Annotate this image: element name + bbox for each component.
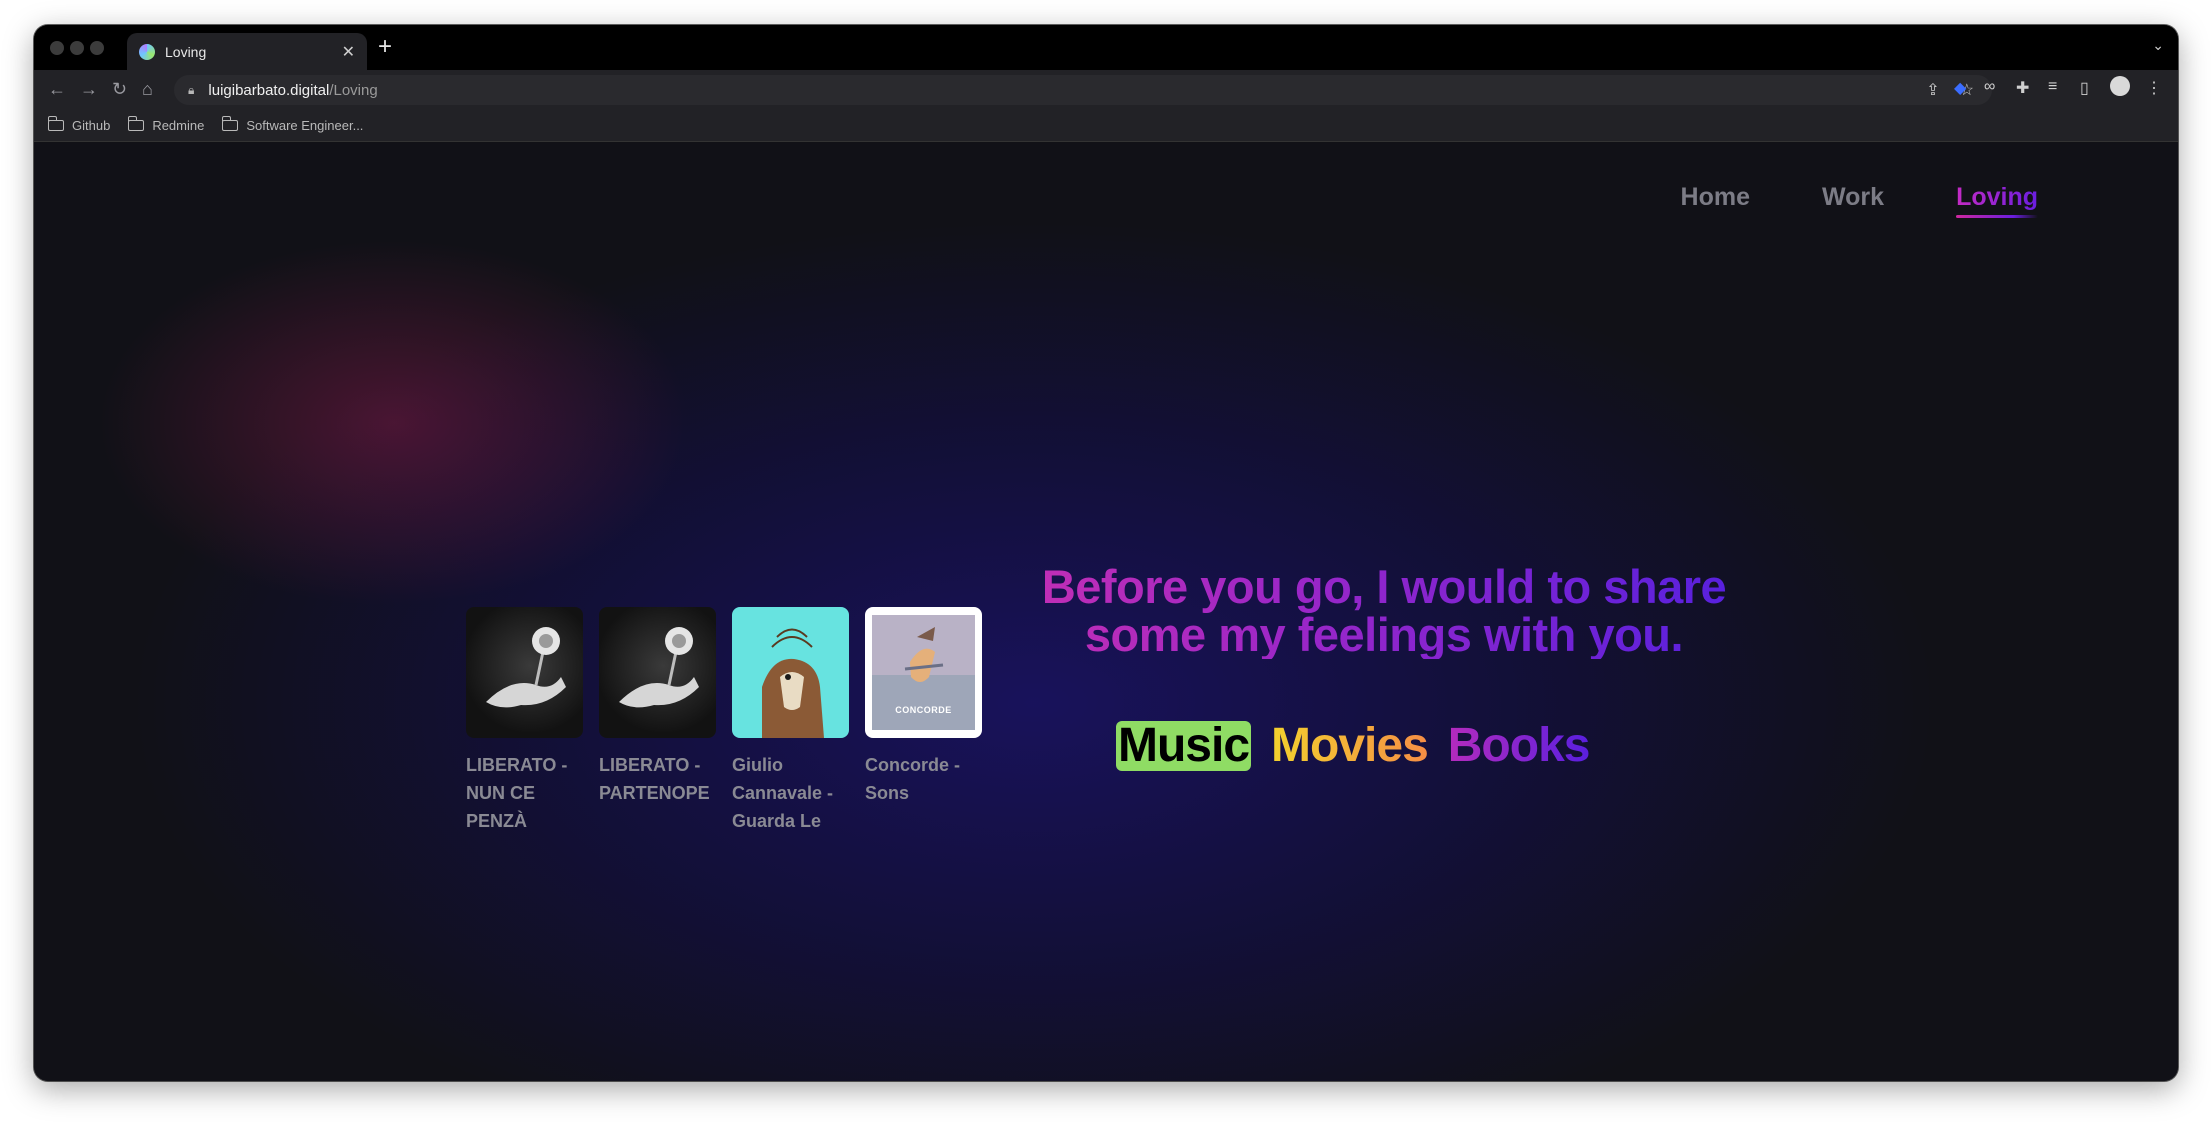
url-path: /Loving — [329, 81, 378, 99]
extensions-puzzle-icon[interactable]: ✚ — [2016, 78, 2029, 98]
nav-loving-label: Loving — [1956, 183, 2038, 211]
album-cover-text: CONCORDE — [895, 705, 952, 715]
maximize-window-button[interactable] — [90, 41, 104, 55]
lock-icon: 🔒︎ — [188, 82, 195, 97]
home-icon[interactable]: ⌂ — [142, 78, 153, 100]
forward-icon[interactable]: → — [80, 78, 98, 100]
album-card[interactable]: CONCORDE Concorde - Sons — [865, 607, 982, 835]
share-icon[interactable]: ⇪ — [1926, 80, 1939, 100]
reload-icon[interactable]: ↻ — [112, 78, 127, 100]
nav-loving-link[interactable]: Loving — [1956, 183, 2038, 218]
album-cover-dog — [732, 607, 849, 738]
side-panel-icon[interactable]: ▯ — [2080, 78, 2089, 98]
album-cover-rose — [599, 607, 716, 738]
reading-list-icon[interactable]: ≡ — [2048, 78, 2057, 96]
browser-window: Loving ✕ + ⌄ ← → ↻ ⌂ 🔒︎ luigibarbato.dig… — [34, 25, 2178, 1081]
profile-avatar[interactable] — [2110, 76, 2130, 96]
nav-home-link[interactable]: Home — [1681, 183, 1750, 218]
address-bar[interactable]: 🔒︎ luigibarbato.digital/Loving ⇪ ☆ — [174, 75, 1992, 105]
bookmark-label: Redmine — [152, 118, 205, 133]
tab-title: Loving — [165, 43, 207, 60]
album-title: Concorde - Sons — [865, 755, 961, 803]
url-host: luigibarbato.digital — [208, 81, 330, 99]
folder-icon — [47, 116, 64, 131]
album-title: Giulio Cannavale - Guarda Le — [732, 755, 834, 831]
album-card[interactable]: LIBERATO - PARTENOPE — [599, 607, 716, 835]
site-nav: Home Work Loving — [1681, 183, 2038, 218]
chevron-down-icon[interactable]: ⌄ — [2152, 37, 2164, 54]
album-list: LIBERATO - NUN CE PENZÀ LIBERATO - PARTE… — [466, 607, 982, 835]
album-title: LIBERATO - NUN CE PENZÀ — [466, 755, 568, 831]
album-card[interactable]: LIBERATO - NUN CE PENZÀ — [466, 607, 583, 835]
minimize-window-button[interactable] — [70, 41, 84, 55]
album-card[interactable]: Giulio Cannavale - Guarda Le — [732, 607, 849, 835]
bookmarks-bar: Github Redmine Software Engineer... — [34, 110, 2178, 142]
close-window-button[interactable] — [50, 41, 64, 55]
menu-icon[interactable]: ⋮ — [2146, 78, 2162, 98]
extension-glasses-icon[interactable]: ∞ — [1984, 78, 1995, 96]
tab-music[interactable]: Music — [1116, 721, 1252, 771]
browser-toolbar: ← → ↻ ⌂ 🔒︎ luigibarbato.digital/Loving ⇪… — [34, 70, 2178, 110]
favicon-icon — [139, 43, 155, 60]
bookmark-label: Github — [72, 118, 111, 133]
bookmark-label: Software Engineer... — [246, 118, 364, 133]
bookmark-software-engineer[interactable]: Software Engineer... — [221, 116, 364, 133]
folder-icon — [221, 116, 239, 131]
bitwarden-icon[interactable]: ◆ — [1954, 78, 1966, 98]
active-tab[interactable]: Loving ✕ — [127, 33, 367, 70]
tab-movies[interactable]: Movies — [1271, 721, 1429, 771]
album-cover-concorde: CONCORDE — [865, 607, 982, 738]
tab-strip: Loving ✕ + ⌄ — [34, 25, 2178, 70]
active-underline — [1956, 215, 2038, 218]
folder-icon — [127, 116, 145, 131]
album-title: LIBERATO - PARTENOPE — [599, 755, 710, 803]
category-tabs: Music Movies Books — [1116, 721, 1591, 771]
new-tab-button[interactable]: + — [378, 35, 392, 59]
page-content: Home Work Loving LIBERATO - NUN CE PENZÀ — [34, 143, 2178, 1081]
nav-work-link[interactable]: Work — [1822, 183, 1884, 218]
album-cover-rose — [466, 607, 583, 738]
bookmark-github[interactable]: Github — [47, 116, 111, 133]
headline: Before you go, I would to share some my … — [1004, 563, 1764, 659]
back-icon[interactable]: ← — [48, 78, 66, 100]
tab-books[interactable]: Books — [1448, 721, 1591, 771]
bookmark-redmine[interactable]: Redmine — [127, 116, 205, 133]
tab-close-icon[interactable]: ✕ — [342, 42, 355, 62]
